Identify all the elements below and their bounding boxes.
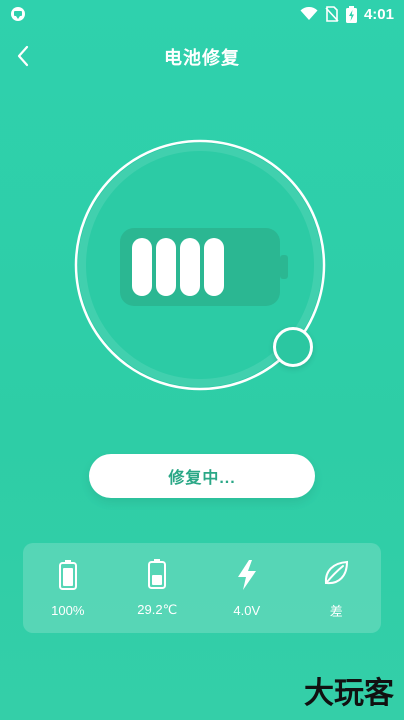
repair-button[interactable]: 修复中...	[89, 454, 315, 498]
battery-temperature-icon	[148, 559, 167, 589]
battery-charging-icon	[120, 228, 288, 306]
status-time: 4:01	[363, 5, 394, 23]
stat-temperature: 29.2℃	[117, 558, 197, 618]
repair-button-label: 修复中...	[168, 470, 236, 487]
lightning-bolt-icon	[237, 559, 256, 590]
stat-value: 29.2℃	[137, 602, 178, 617]
stat-value: 100%	[51, 602, 85, 618]
stat-value: 4.0V	[233, 602, 261, 618]
battery-stats-card: 100% 29.2℃ 4.0V 差	[23, 543, 381, 633]
stat-value: 差	[329, 603, 343, 619]
stat-health: 差	[296, 557, 376, 620]
stat-voltage: 4.0V	[207, 559, 287, 618]
page-title: 电池修复	[164, 48, 240, 68]
leaf-health-icon	[325, 560, 349, 584]
header: 电池修复	[0, 34, 404, 78]
no-sim-icon	[325, 6, 339, 22]
stat-capacity: 100%	[28, 559, 108, 618]
battery-status-icon	[345, 5, 357, 23]
status-bar: 4:01	[0, 0, 404, 28]
wifi-icon	[300, 7, 318, 20]
battery-full-icon	[58, 559, 77, 590]
watermark-logo: 大玩客	[304, 676, 394, 711]
progress-knob	[273, 327, 313, 367]
notification-icon	[11, 7, 25, 21]
